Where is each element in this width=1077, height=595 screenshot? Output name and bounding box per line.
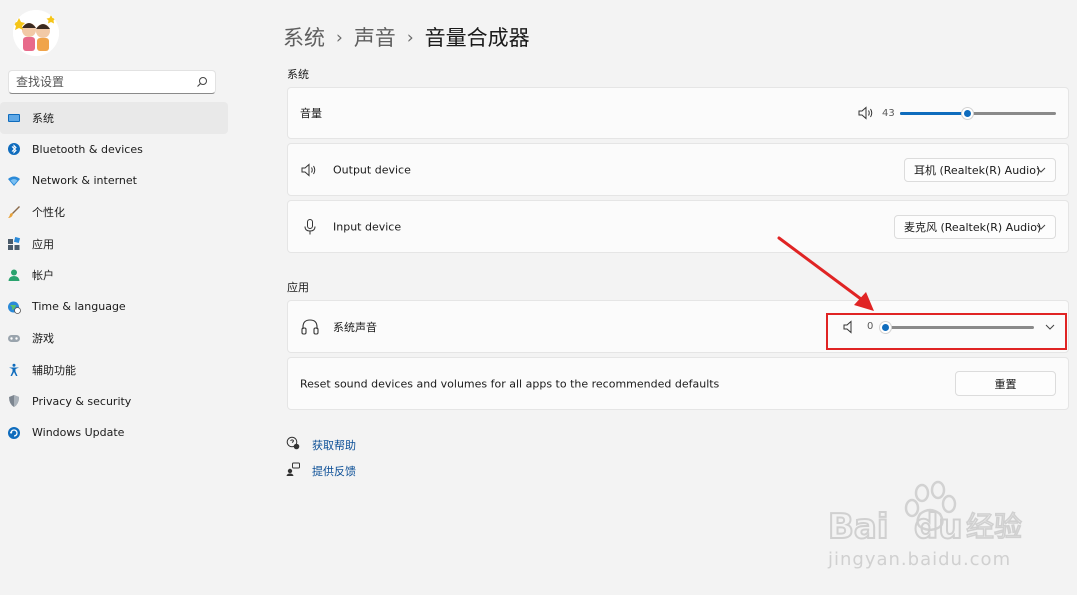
- sidebar-item-gaming[interactable]: 游戏: [0, 323, 228, 355]
- apps-icon: [8, 236, 21, 250]
- output-device-card: Output device 耳机 (Realtek(R) Audio): [287, 143, 1069, 196]
- microphone-icon: [304, 218, 316, 234]
- sidebar-item-label: 应用: [32, 237, 54, 251]
- section-heading-system: 系统: [287, 68, 309, 81]
- sidebar-item-label: 系统: [32, 111, 54, 125]
- breadcrumb-sound[interactable]: 声音: [354, 26, 396, 50]
- watermark-url: jingyan.baidu.com: [828, 549, 1012, 570]
- input-device-label: Input device: [333, 220, 402, 233]
- system-sounds-label: 系统声音: [333, 320, 377, 334]
- user-avatar[interactable]: [13, 10, 59, 56]
- breadcrumb-separator: ›: [406, 28, 414, 48]
- reset-description: Reset sound devices and volumes for all …: [300, 377, 720, 390]
- svg-text:经验: 经验: [966, 510, 1022, 543]
- sidebar-item-privacy[interactable]: Privacy & security: [0, 386, 228, 418]
- display-icon: [8, 113, 20, 122]
- speaker-icon: [301, 162, 316, 177]
- sidebar-item-accessibility[interactable]: 辅助功能: [0, 354, 228, 386]
- volume-slider-thumb[interactable]: [961, 108, 973, 119]
- page-title: 音量合成器: [424, 26, 530, 50]
- output-device-label: Output device: [333, 163, 411, 176]
- output-device-dropdown[interactable]: 耳机 (Realtek(R) Audio): [904, 158, 1056, 182]
- globe-clock-icon: [8, 301, 21, 314]
- shield-icon: [9, 395, 19, 408]
- search-box[interactable]: [8, 70, 216, 94]
- sidebar-item-label: 帐户: [32, 269, 54, 283]
- get-help-link[interactable]: 获取帮助: [312, 437, 356, 453]
- sidebar-item-label: Privacy & security: [32, 394, 132, 408]
- section-heading-apps: 应用: [287, 281, 309, 294]
- search-icon: [197, 77, 207, 87]
- breadcrumb-system[interactable]: 系统: [283, 26, 325, 50]
- input-device-selected: 麦克风 (Realtek(R) Audio): [904, 221, 1042, 234]
- sidebar-item-label: 辅助功能: [32, 363, 76, 377]
- chevron-down-icon: [1036, 224, 1046, 230]
- volume-label: 音量: [300, 107, 322, 120]
- speaker-icon[interactable]: [857, 104, 875, 122]
- sidebar-item-label: Time & language: [32, 300, 126, 314]
- breadcrumb-separator: ›: [336, 28, 343, 48]
- svg-text:Bai: Bai: [828, 507, 889, 547]
- headphones-icon: [301, 318, 319, 335]
- help-icon: [286, 436, 300, 450]
- sidebar-item-label: 游戏: [32, 332, 54, 346]
- sidebar-item-label: Network & internet: [32, 174, 137, 188]
- volume-slider-fill: [900, 112, 968, 115]
- brush-icon: [8, 206, 20, 219]
- sidebar-item-bluetooth[interactable]: Bluetooth & devices: [0, 134, 228, 166]
- search-input[interactable]: [16, 74, 196, 90]
- annotation-arrow-icon: [777, 236, 874, 311]
- chevron-down-icon: [1036, 167, 1046, 173]
- volume-card: 音量 43: [287, 87, 1069, 139]
- feedback-link[interactable]: 提供反馈: [312, 463, 356, 479]
- sidebar-item-label: Bluetooth & devices: [32, 142, 143, 156]
- sidebar-item-time-language[interactable]: Time & language: [0, 291, 228, 323]
- sidebar: 系统 Bluetooth & devices Network & interne…: [0, 0, 240, 595]
- volume-value: 43: [882, 108, 895, 119]
- sidebar-item-accounts[interactable]: 帐户: [0, 260, 228, 292]
- sidebar-item-system[interactable]: 系统: [0, 102, 228, 134]
- accessibility-icon: [9, 363, 19, 376]
- baidu-watermark: Bai du 经验 jingyan.baidu.com: [822, 478, 1032, 578]
- sidebar-item-personalization[interactable]: 个性化: [0, 197, 228, 229]
- bluetooth-icon: [8, 143, 20, 156]
- reset-button[interactable]: 重置: [955, 371, 1056, 396]
- person-icon: [8, 269, 20, 282]
- svg-text:du: du: [914, 507, 963, 547]
- input-device-dropdown[interactable]: 麦克风 (Realtek(R) Audio): [894, 215, 1056, 239]
- input-device-card: Input device 麦克风 (Realtek(R) Audio): [287, 200, 1069, 253]
- reset-card: Reset sound devices and volumes for all …: [287, 357, 1069, 410]
- sidebar-item-network[interactable]: Network & internet: [0, 165, 228, 197]
- update-icon: [8, 426, 20, 439]
- sidebar-nav: 系统 Bluetooth & devices Network & interne…: [0, 102, 228, 449]
- sidebar-item-apps[interactable]: 应用: [0, 228, 228, 260]
- wifi-icon: [8, 176, 20, 186]
- output-device-selected: 耳机 (Realtek(R) Audio): [914, 164, 1041, 177]
- feedback-icon: [286, 462, 300, 476]
- sidebar-item-label: Windows Update: [32, 426, 125, 440]
- sidebar-item-label: 个性化: [32, 206, 65, 220]
- annotation-highlight-box: [826, 313, 1067, 350]
- breadcrumb: 系统 › 声音 › 音量合成器: [283, 22, 530, 52]
- sidebar-item-windows-update[interactable]: Windows Update: [0, 417, 228, 449]
- gamepad-icon: [8, 335, 20, 343]
